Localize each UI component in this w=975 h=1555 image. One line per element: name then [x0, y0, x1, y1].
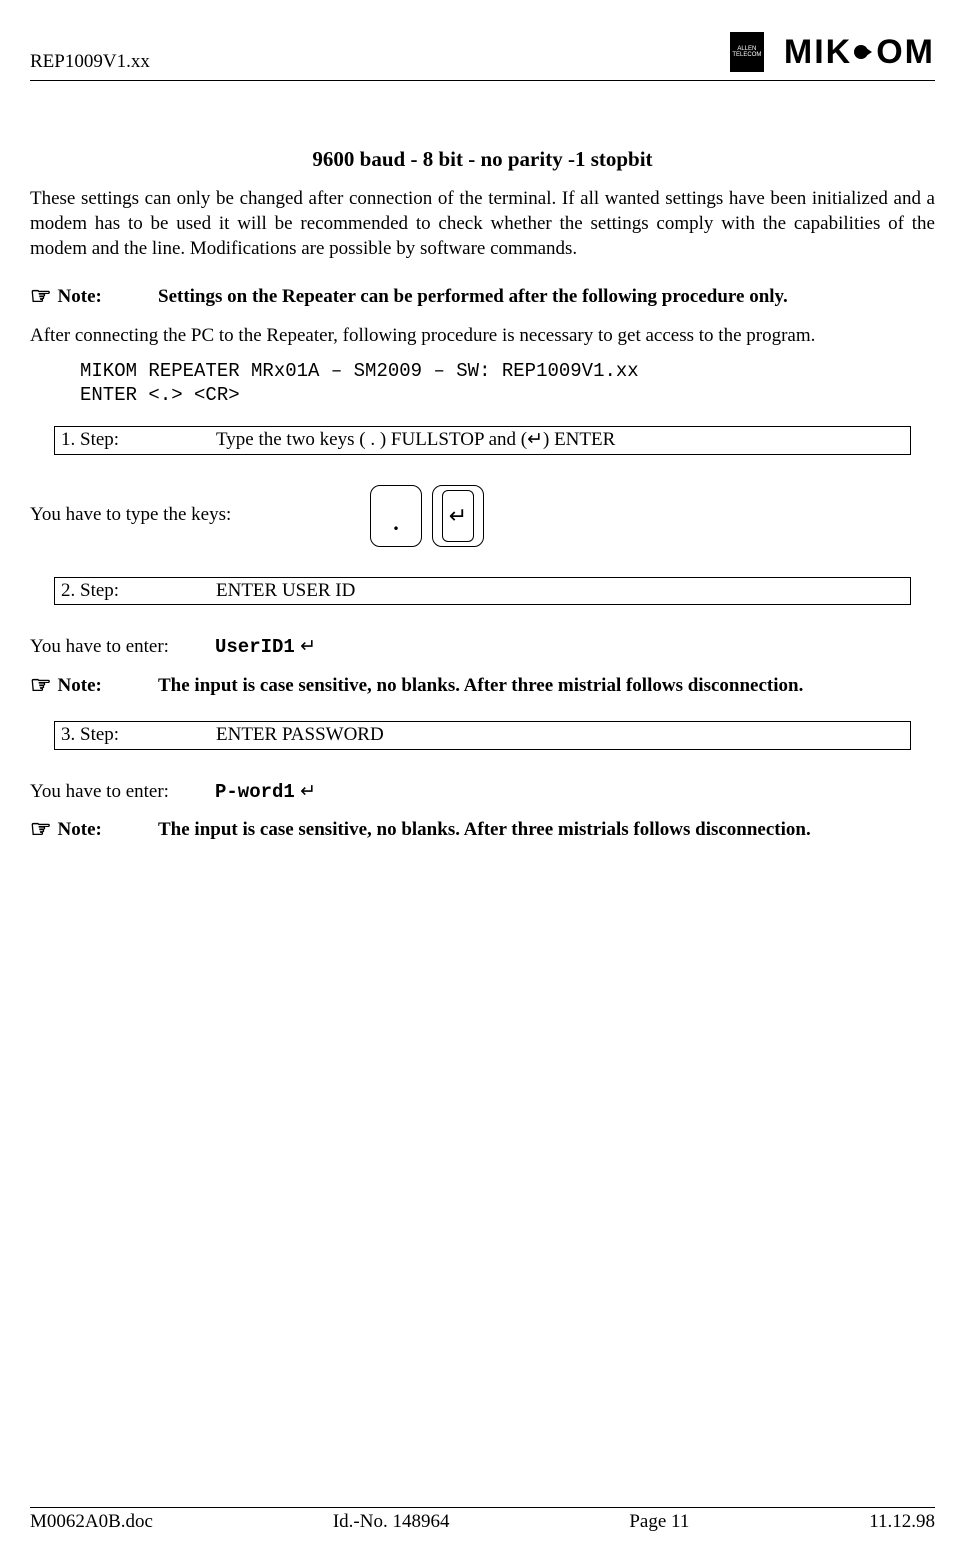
after-connecting-text: After connecting the PC to the Repeater,… — [30, 324, 935, 349]
header-logos: ALLEN TELECOM MIKOM — [730, 30, 935, 74]
footer-date: 11.12.98 — [869, 1510, 935, 1535]
enter-userid-row: You have to enter: UserID1 ↵ — [30, 635, 935, 660]
enter-password-value: P-word1 ↵ — [215, 780, 316, 805]
enter-label-1: You have to enter: — [30, 635, 215, 660]
page-footer: M0062A0B.doc Id.-No. 148964 Page 11 11.1… — [30, 1507, 935, 1535]
type-keys-text: You have to type the keys: — [30, 503, 370, 528]
page-content: 9600 baud - 8 bit - no parity -1 stopbit… — [30, 91, 935, 843]
note-1-text: Settings on the Repeater can be performe… — [158, 285, 935, 310]
allen-telecom-icon: ALLEN TELECOM — [730, 32, 764, 72]
enter-password-row: You have to enter: P-word1 ↵ — [30, 780, 935, 805]
step-1-text: Type the two keys ( . ) FULLSTOP and (↵)… — [216, 428, 904, 453]
step-2-text: ENTER USER ID — [216, 579, 904, 604]
type-keys-row: You have to type the keys: . ↵ — [30, 485, 935, 547]
pointing-hand-icon: ☞ — [30, 674, 52, 698]
step-2-label: 2. Step: — [61, 579, 216, 604]
step-2-box: 2. Step: ENTER USER ID — [54, 577, 911, 606]
note-label-3: ☞ Note: — [30, 818, 158, 843]
intro-paragraph: These settings can only be changed after… — [30, 187, 935, 261]
mikom-logo: MIKOM — [784, 30, 935, 74]
enter-key-icon: ↵ — [432, 485, 484, 547]
footer-id: Id.-No. 148964 — [333, 1510, 450, 1535]
note-3-text: The input is case sensitive, no blanks. … — [158, 818, 935, 843]
step-3-box: 3. Step: ENTER PASSWORD — [54, 721, 911, 750]
terminal-output: MIKOM REPEATER MRx01A – SM2009 – SW: REP… — [80, 359, 935, 408]
serial-settings-title: 9600 baud - 8 bit - no parity -1 stopbit — [30, 146, 935, 173]
logo-bullet-icon — [854, 45, 868, 59]
keys-container: . ↵ — [370, 485, 484, 547]
enter-label-2: You have to enter: — [30, 780, 215, 805]
footer-page: Page 11 — [629, 1510, 689, 1535]
pointing-hand-icon: ☞ — [30, 818, 52, 842]
footer-doc: M0062A0B.doc — [30, 1510, 153, 1535]
page-header: REP1009V1.xx ALLEN TELECOM MIKOM — [30, 30, 935, 81]
step-1-label: 1. Step: — [61, 428, 216, 453]
enter-userid-value: UserID1 ↵ — [215, 635, 316, 660]
note-label: ☞ Note: — [30, 285, 158, 310]
period-key-icon: . — [370, 485, 422, 547]
note-1: ☞ Note: Settings on the Repeater can be … — [30, 285, 935, 310]
pointing-hand-icon: ☞ — [30, 285, 52, 309]
note-2: ☞ Note: The input is case sensitive, no … — [30, 674, 935, 699]
doc-ref: REP1009V1.xx — [30, 30, 150, 75]
step-3-text: ENTER PASSWORD — [216, 723, 904, 748]
step-3-label: 3. Step: — [61, 723, 216, 748]
note-3: ☞ Note: The input is case sensitive, no … — [30, 818, 935, 843]
note-2-text: The input is case sensitive, no blanks. … — [158, 674, 935, 699]
note-label-2: ☞ Note: — [30, 674, 158, 699]
step-1-box: 1. Step: Type the two keys ( . ) FULLSTO… — [54, 426, 911, 455]
